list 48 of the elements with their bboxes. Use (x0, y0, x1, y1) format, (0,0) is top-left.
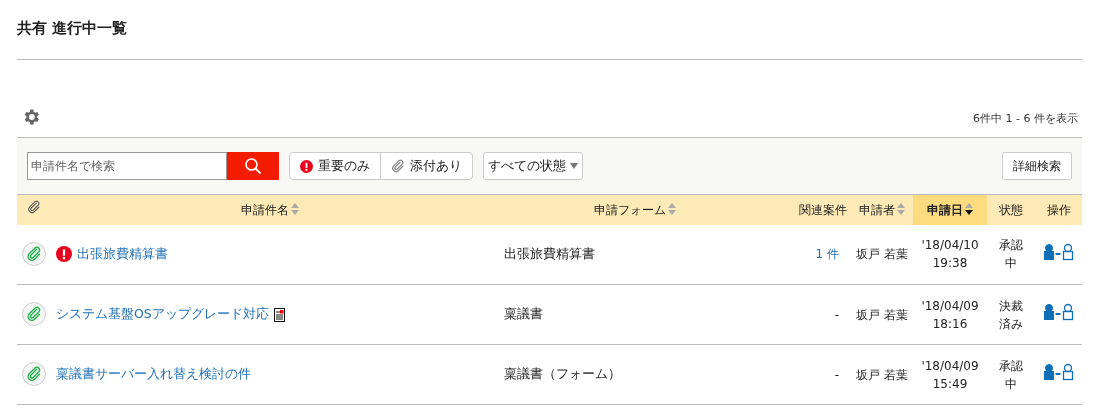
time-text: 18:16 (932, 315, 968, 333)
sort-icon (965, 203, 973, 217)
exclamation-icon (300, 159, 313, 173)
table-cell: 坂戸 若葉 (856, 247, 908, 262)
search-field[interactable]: 申請件名で検索 (27, 152, 227, 180)
status-text: 承認 (999, 357, 1023, 375)
approval-route-button[interactable] (1042, 363, 1075, 381)
request-link[interactable]: 稟議書サーバー入れ替え検討の件 (56, 365, 251, 384)
status-text: 決裁 (999, 297, 1023, 315)
table-cell-text: 出張旅費精算書 (503, 245, 595, 261)
result-count: 6件中 1 - 6 件を表示 (973, 110, 1078, 127)
advanced-search-button[interactable]: 詳細検索 (1002, 152, 1072, 180)
table-cell: 坂戸 若葉 (856, 307, 908, 322)
status-text: 中 (1005, 375, 1017, 393)
status-text: 中 (1005, 255, 1017, 273)
request-link[interactable]: システム基盤OSアップグレード対応 (56, 305, 269, 324)
related-link[interactable]: 1 件 (815, 247, 839, 262)
column-header[interactable]: 申請フォーム (594, 200, 676, 219)
table-cell: - (834, 367, 839, 382)
sort-icon (291, 203, 299, 217)
table-cell-text: 稟議書（フォーム） (503, 366, 621, 382)
page-title: 共有 進行中一覧 (17, 18, 128, 39)
search-button[interactable] (227, 152, 279, 180)
status-dropdown[interactable]: すべての状態 (483, 152, 583, 180)
approval-route-button[interactable] (1042, 242, 1075, 261)
status-text: 済み (999, 315, 1023, 333)
sort-icon (897, 203, 905, 217)
caret-icon (570, 163, 578, 169)
filter-button[interactable]: 添付あり (380, 153, 472, 179)
column-header: 状態 (999, 201, 1023, 219)
approval-route-button[interactable] (1042, 303, 1075, 321)
date-text: '18/04/09 (921, 357, 979, 375)
date-text: '18/04/10 (921, 237, 979, 255)
table-cell-text: 稟議書 (503, 306, 543, 322)
time-text: 15:49 (932, 375, 968, 393)
filter-button[interactable]: 重要のみ (290, 153, 380, 179)
column-header: 関連案件 (799, 201, 847, 219)
table-cell: 坂戸 若葉 (856, 367, 908, 382)
column-header: 操作 (1046, 201, 1071, 219)
time-text: 19:38 (932, 255, 968, 273)
status-text: 承認 (999, 237, 1023, 255)
request-link[interactable]: 出張旅費精算書 (77, 244, 168, 264)
search-icon (244, 157, 262, 175)
table-cell: - (834, 307, 839, 322)
date-text: '18/04/09 (921, 297, 979, 315)
sort-icon (668, 203, 676, 217)
paperclip-icon (391, 159, 405, 173)
column-header[interactable]: 申請件名 (241, 200, 299, 219)
